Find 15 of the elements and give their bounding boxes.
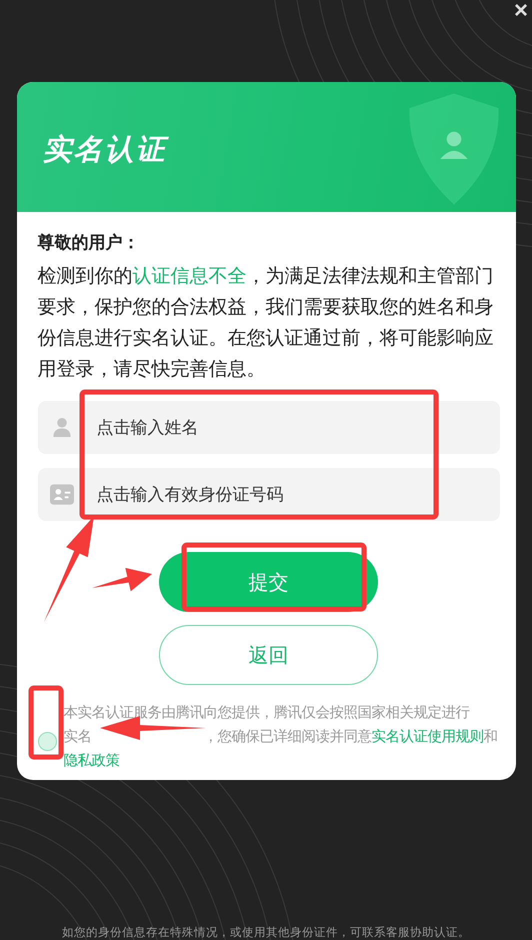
input-field[interactable]: 点击输入姓名 xyxy=(38,401,500,454)
consent-text: ，您确保已详细阅读并同意 xyxy=(204,728,372,747)
id-card-icon xyxy=(50,484,74,505)
back-button[interactable]: 返回 xyxy=(159,625,378,685)
consent-checkbox[interactable] xyxy=(38,732,56,750)
link[interactable]: 隐私政策 xyxy=(64,749,120,773)
link[interactable]: 认证信息不全 xyxy=(132,264,246,287)
close-button[interactable]: × xyxy=(510,0,532,22)
consent-text: 实名 xyxy=(64,728,92,747)
notice-text: 检测到你的认证信息不全，为满足法律法规和主管部门要求，保护您的合法权益，我们需要获取您的姓名和身份信息进行实名认证。在您认证通过前，将可能影响应用登录，请尽快完善信息。 xyxy=(38,263,494,382)
greeting-text: 尊敬的用户： xyxy=(38,232,140,254)
footer-note: 如您的身份信息存在特殊情况，或使用其他身份证件，可联系客服协助认证。 xyxy=(61,924,471,940)
consent-text: 和 xyxy=(484,728,498,747)
dialog-title: 实名认证 xyxy=(42,130,166,170)
link[interactable]: 实名认证使用规则 xyxy=(372,725,484,749)
